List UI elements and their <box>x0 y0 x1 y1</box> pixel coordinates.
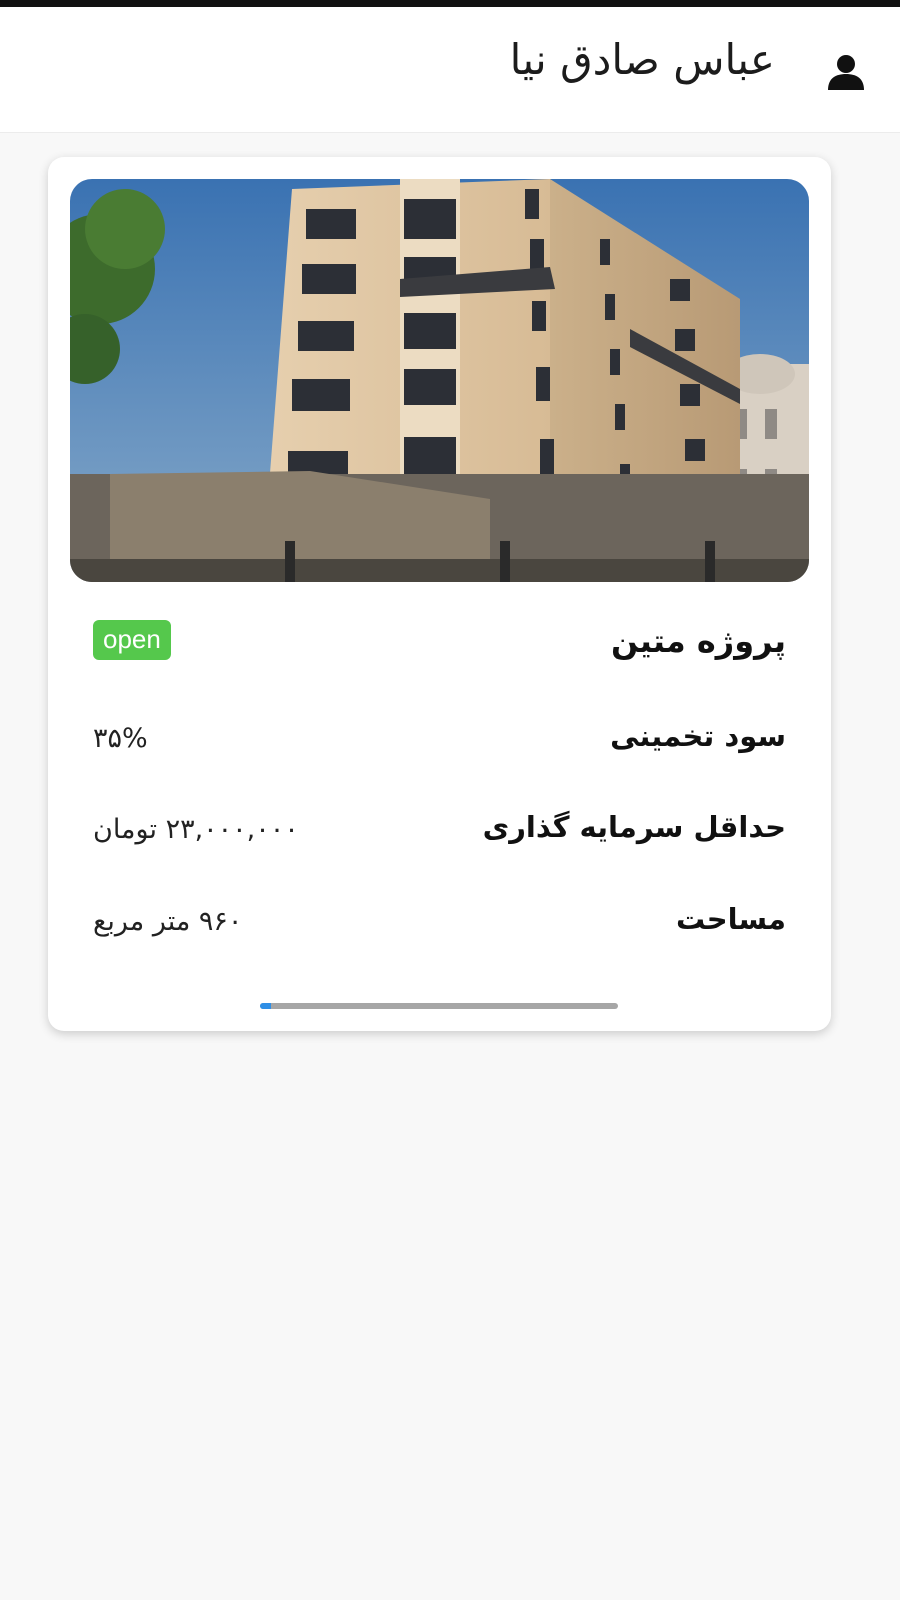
min-investment-value: ۲۳,۰۰۰,۰۰۰ تومان <box>93 814 299 845</box>
project-card[interactable]: پروژه متین open سود تخمینی ۳۵% حداقل سرم… <box>48 157 831 1031</box>
estimated-profit-value: ۳۵% <box>93 723 148 754</box>
area-label: مساحت <box>676 902 786 936</box>
funding-progress-fill <box>260 1003 271 1009</box>
area-value: ۹۶۰ متر مربع <box>93 906 243 937</box>
status-bar <box>0 0 900 7</box>
field-row-min-investment: حداقل سرمایه گذاری ۲۳,۰۰۰,۰۰۰ تومان <box>93 810 786 870</box>
user-name[interactable]: عباس صادق نیا <box>510 35 775 84</box>
estimated-profit-label: سود تخمینی <box>610 719 786 753</box>
app-header: عباس صادق نیا <box>0 7 900 133</box>
funding-progress-bar <box>260 1003 618 1009</box>
min-investment-label: حداقل سرمایه گذاری <box>482 810 786 844</box>
project-image <box>70 179 809 582</box>
field-row-area: مساحت ۹۶۰ متر مربع <box>93 902 786 962</box>
project-title: پروژه متین <box>611 622 786 660</box>
status-badge: open <box>93 620 171 660</box>
person-icon[interactable] <box>826 52 866 92</box>
project-title-row: پروژه متین open <box>93 620 786 682</box>
field-row-estimated-profit: سود تخمینی ۳۵% <box>93 719 786 779</box>
